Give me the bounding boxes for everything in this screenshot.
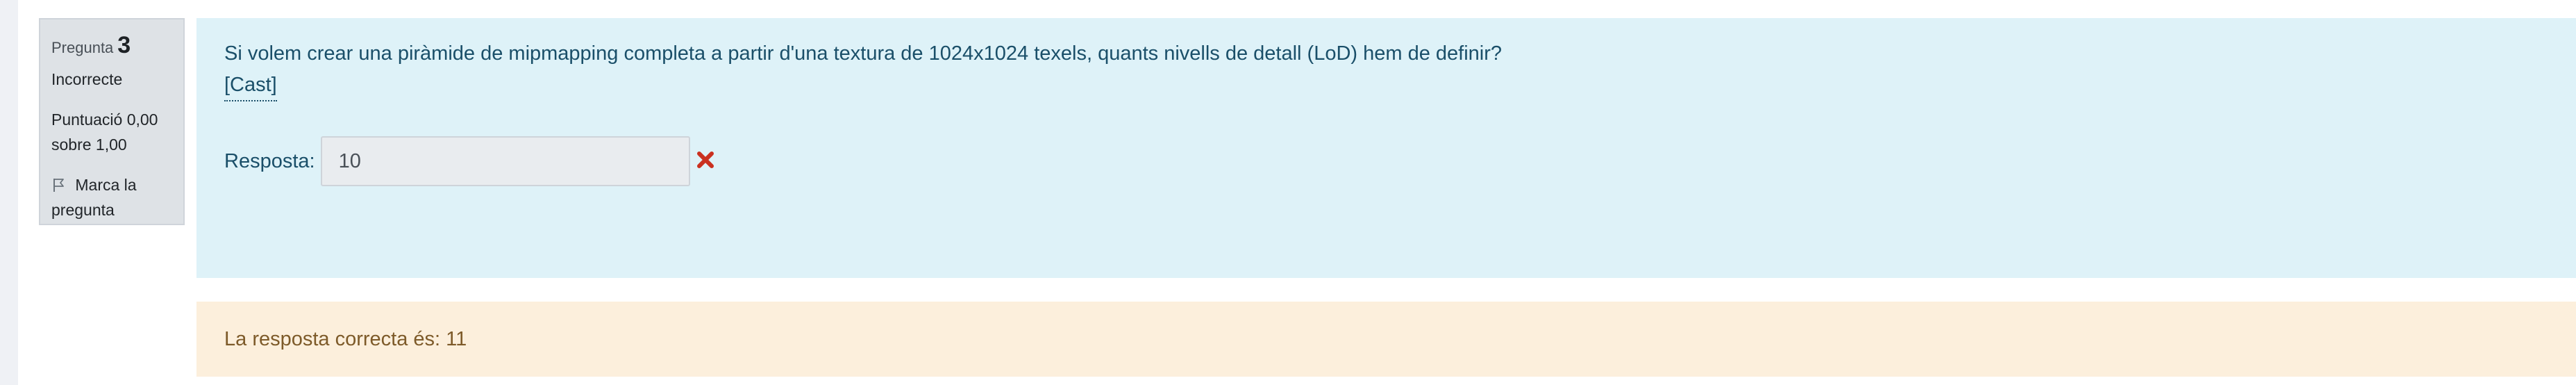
cross-icon [690, 150, 715, 173]
question-state: Incorrecte [51, 70, 123, 88]
page: Pregunta 3 Incorrecte Puntuació 0,00 sob… [18, 0, 2576, 385]
question-number: Pregunta 3 [51, 32, 172, 59]
flag-label-line-1: Marca la [75, 176, 137, 194]
grade-line-2: sobre 1,00 [51, 136, 127, 154]
question-info-panel: Pregunta 3 Incorrecte Puntuació 0,00 sob… [39, 18, 185, 225]
question-text: Si volem crear una piràmide de mipmappin… [224, 42, 1503, 65]
question-grade: Puntuació 0,00 sobre 1,00 [51, 107, 172, 157]
right-answer-text: La resposta correcta és: 11 [224, 327, 467, 350]
question-label: Pregunta [51, 39, 114, 56]
answer-input[interactable] [320, 136, 690, 186]
language-link-cast[interactable]: [Cast] [224, 69, 277, 101]
flag-label-line-2: pregunta [51, 201, 115, 219]
flag-question-button[interactable]: Marca la pregunta [51, 172, 172, 222]
answer-label: Resposta: [224, 149, 315, 172]
question-formulation: Si volem crear una piràmide de mipmappin… [196, 18, 2576, 278]
answer-row: Resposta: [224, 136, 715, 186]
grade-line-1: Puntuació 0,00 [51, 110, 158, 129]
flag-icon [51, 176, 75, 194]
feedback-panel: La resposta correcta és: 11 [196, 302, 2576, 377]
question-number-value: 3 [117, 32, 131, 58]
